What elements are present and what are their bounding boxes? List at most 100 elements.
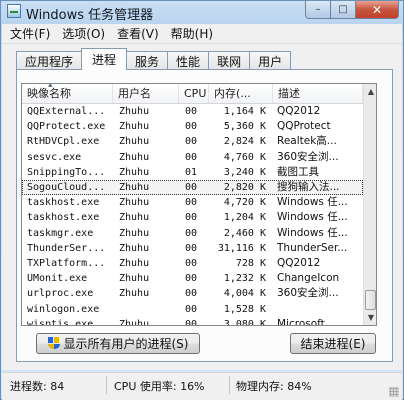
process-row[interactable]: RtHDVCpl.exe Zhuhu 00 2,824 K Realtek高... bbox=[22, 134, 363, 149]
process-row[interactable]: taskhost.exe Zhuhu 00 4,720 K Windows 任... bbox=[22, 195, 363, 210]
process-memory: 1,528 K bbox=[223, 303, 266, 315]
process-user-name: Zhuhu bbox=[119, 166, 150, 178]
column-description[interactable]: 描述 bbox=[273, 84, 363, 103]
column-cpu[interactable]: CPU bbox=[179, 84, 209, 103]
process-image-name: wisptis.exe bbox=[27, 318, 94, 326]
menu-bar: 文件(F) 选项(O) 查看(V) 帮助(H) bbox=[2, 24, 402, 44]
process-description: 360安全浏... bbox=[277, 150, 339, 163]
tab-performance[interactable]: 性能 bbox=[167, 51, 210, 70]
process-row[interactable]: sesvc.exe Zhuhu 00 4,760 K 360安全浏... bbox=[22, 150, 363, 165]
process-memory: 728 K bbox=[235, 258, 266, 269]
process-cpu: 00 bbox=[185, 197, 198, 209]
process-description bbox=[277, 303, 363, 317]
task-manager-icon bbox=[7, 4, 21, 18]
process-description: ChangeIcon bbox=[277, 272, 340, 285]
process-image-name: TXPlatform... bbox=[27, 258, 106, 269]
process-row[interactable]: QQExternal... Zhuhu 00 1,164 K QQ2012 bbox=[22, 104, 363, 119]
process-memory: 1,164 K bbox=[223, 106, 266, 117]
menu-view[interactable]: 查看(V) bbox=[111, 25, 165, 42]
minimize-button[interactable]: – bbox=[305, 1, 331, 19]
vertical-scrollbar[interactable]: ▲ ▼ bbox=[363, 84, 376, 325]
tab-processes[interactable]: 进程 bbox=[81, 48, 128, 70]
process-description: Realtek高... bbox=[277, 135, 337, 148]
maximize-button[interactable]: □ bbox=[331, 1, 356, 19]
end-process-button[interactable]: 结束进程(E) bbox=[290, 333, 376, 354]
tab-applications[interactable]: 应用程序 bbox=[16, 51, 83, 70]
task-manager-window: Windows 任务管理器 – □ ✕ 文件(F) 选项(O) 查看(V) 帮助… bbox=[0, 0, 404, 400]
resize-grip-icon[interactable] bbox=[389, 387, 399, 397]
title-bar[interactable]: Windows 任务管理器 – □ ✕ bbox=[1, 1, 403, 23]
menu-options[interactable]: 选项(O) bbox=[56, 25, 111, 42]
process-user-name: Zhuhu bbox=[119, 227, 150, 239]
process-cpu: 00 bbox=[185, 227, 198, 239]
process-row[interactable]: taskmgr.exe Zhuhu 00 2,460 K Windows 任... bbox=[22, 226, 363, 241]
process-row[interactable]: QQProtect.exe Zhuhu 00 5,360 K QQProtect bbox=[22, 119, 363, 134]
process-image-name: taskhost.exe bbox=[27, 197, 100, 209]
process-memory: 4,720 K bbox=[223, 197, 266, 209]
process-user-name: Zhuhu bbox=[119, 182, 150, 193]
process-memory: 4,004 K bbox=[223, 288, 266, 300]
process-image-name: UMonit.exe bbox=[27, 273, 88, 285]
process-cpu: 00 bbox=[185, 121, 198, 133]
process-row[interactable]: TXPlatform... Zhuhu 00 728 K QQ2012 bbox=[22, 256, 363, 271]
process-row[interactable]: SnippingTo... Zhuhu 01 3,240 K 截图工具 bbox=[22, 165, 363, 180]
status-separator bbox=[229, 376, 230, 394]
column-image-name[interactable]: 映像名称 bbox=[22, 84, 113, 103]
show-all-users-button[interactable]: 显示所有用户的进程(S) bbox=[36, 333, 200, 354]
process-memory: 3,240 K bbox=[223, 166, 266, 178]
process-cpu: 00 bbox=[185, 106, 198, 117]
process-cpu: 00 bbox=[185, 288, 198, 300]
process-description: QQ2012 bbox=[277, 257, 321, 269]
process-user-name: Zhuhu bbox=[119, 106, 150, 117]
process-image-name: taskmgr.exe bbox=[27, 227, 94, 239]
process-row[interactable]: ThunderSer... Zhuhu 00 31,116 K ThunderSer..… bbox=[22, 241, 363, 256]
tab-networking[interactable]: 联网 bbox=[208, 51, 251, 70]
tab-strip: 应用程序 进程 服务 性能 联网 用户 bbox=[16, 48, 292, 70]
process-user-name: Zhuhu bbox=[119, 318, 150, 326]
process-image-name: urlproc.exe bbox=[27, 288, 94, 300]
process-memory: 5,360 K bbox=[223, 121, 266, 133]
process-description: QQProtect bbox=[277, 120, 331, 133]
tab-services[interactable]: 服务 bbox=[126, 51, 169, 70]
status-cpu-usage: CPU 使用率: 16% bbox=[114, 380, 205, 393]
process-memory: 1,204 K bbox=[223, 212, 266, 224]
process-user-name bbox=[119, 303, 169, 317]
close-button[interactable]: ✕ bbox=[356, 1, 399, 19]
status-separator bbox=[106, 376, 107, 394]
menu-help[interactable]: 帮助(H) bbox=[165, 25, 219, 42]
process-cpu: 00 bbox=[185, 258, 198, 269]
process-memory: 4,760 K bbox=[223, 151, 266, 163]
column-user-name[interactable]: 用户名 bbox=[113, 84, 179, 103]
uac-shield-icon bbox=[47, 337, 60, 350]
process-row[interactable]: SogouCloud... Zhuhu 00 2,820 K 搜狗输入法... bbox=[22, 180, 363, 195]
process-image-name: QQProtect.exe bbox=[27, 121, 106, 133]
process-memory: 1,232 K bbox=[223, 273, 266, 285]
column-memory[interactable]: 内存(... bbox=[209, 84, 273, 103]
process-row[interactable]: UMonit.exe Zhuhu 00 1,232 K ChangeIcon bbox=[22, 271, 363, 286]
process-image-name: sesvc.exe bbox=[27, 151, 82, 163]
scroll-down-icon[interactable]: ▼ bbox=[364, 310, 376, 325]
process-image-name: RtHDVCpl.exe bbox=[27, 136, 100, 148]
menu-file[interactable]: 文件(F) bbox=[2, 25, 56, 42]
process-user-name: Zhuhu bbox=[119, 121, 150, 133]
process-memory: 2,460 K bbox=[223, 227, 266, 239]
process-cpu: 00 bbox=[185, 136, 198, 148]
process-row[interactable]: wisptis.exe Zhuhu 00 3,080 K Microsoft ... bbox=[22, 317, 363, 326]
process-image-name: ThunderSer... bbox=[27, 242, 106, 254]
list-header: 映像名称 用户名 CPU 内存(... 描述 bbox=[22, 84, 363, 104]
process-row[interactable]: winlogon.exe 00 1,528 K bbox=[22, 302, 363, 317]
process-row[interactable]: taskhost.exe Zhuhu 00 1,204 K Windows 任... bbox=[22, 210, 363, 225]
process-memory: 3,080 K bbox=[223, 318, 266, 326]
process-user-name: Zhuhu bbox=[119, 273, 150, 285]
process-cpu: 00 bbox=[185, 212, 198, 224]
process-image-name: SnippingTo... bbox=[27, 166, 106, 178]
process-list[interactable]: 映像名称 用户名 CPU 内存(... 描述 QQExternal... Zhuh… bbox=[21, 83, 377, 326]
list-body: QQExternal... Zhuhu 00 1,164 K QQ2012 QQProte… bbox=[22, 104, 363, 326]
status-memory: 物理内存: 84% bbox=[236, 380, 312, 393]
scroll-thumb[interactable] bbox=[365, 290, 376, 310]
scroll-up-icon[interactable]: ▲ bbox=[364, 84, 376, 99]
process-memory: 2,824 K bbox=[223, 136, 266, 148]
client-area: 应用程序 进程 服务 性能 联网 用户 映像名称 用户名 CPU 内存(... … bbox=[2, 44, 402, 370]
tab-users[interactable]: 用户 bbox=[249, 51, 292, 70]
process-row[interactable]: urlproc.exe Zhuhu 00 4,004 K 360安全浏... bbox=[22, 286, 363, 301]
